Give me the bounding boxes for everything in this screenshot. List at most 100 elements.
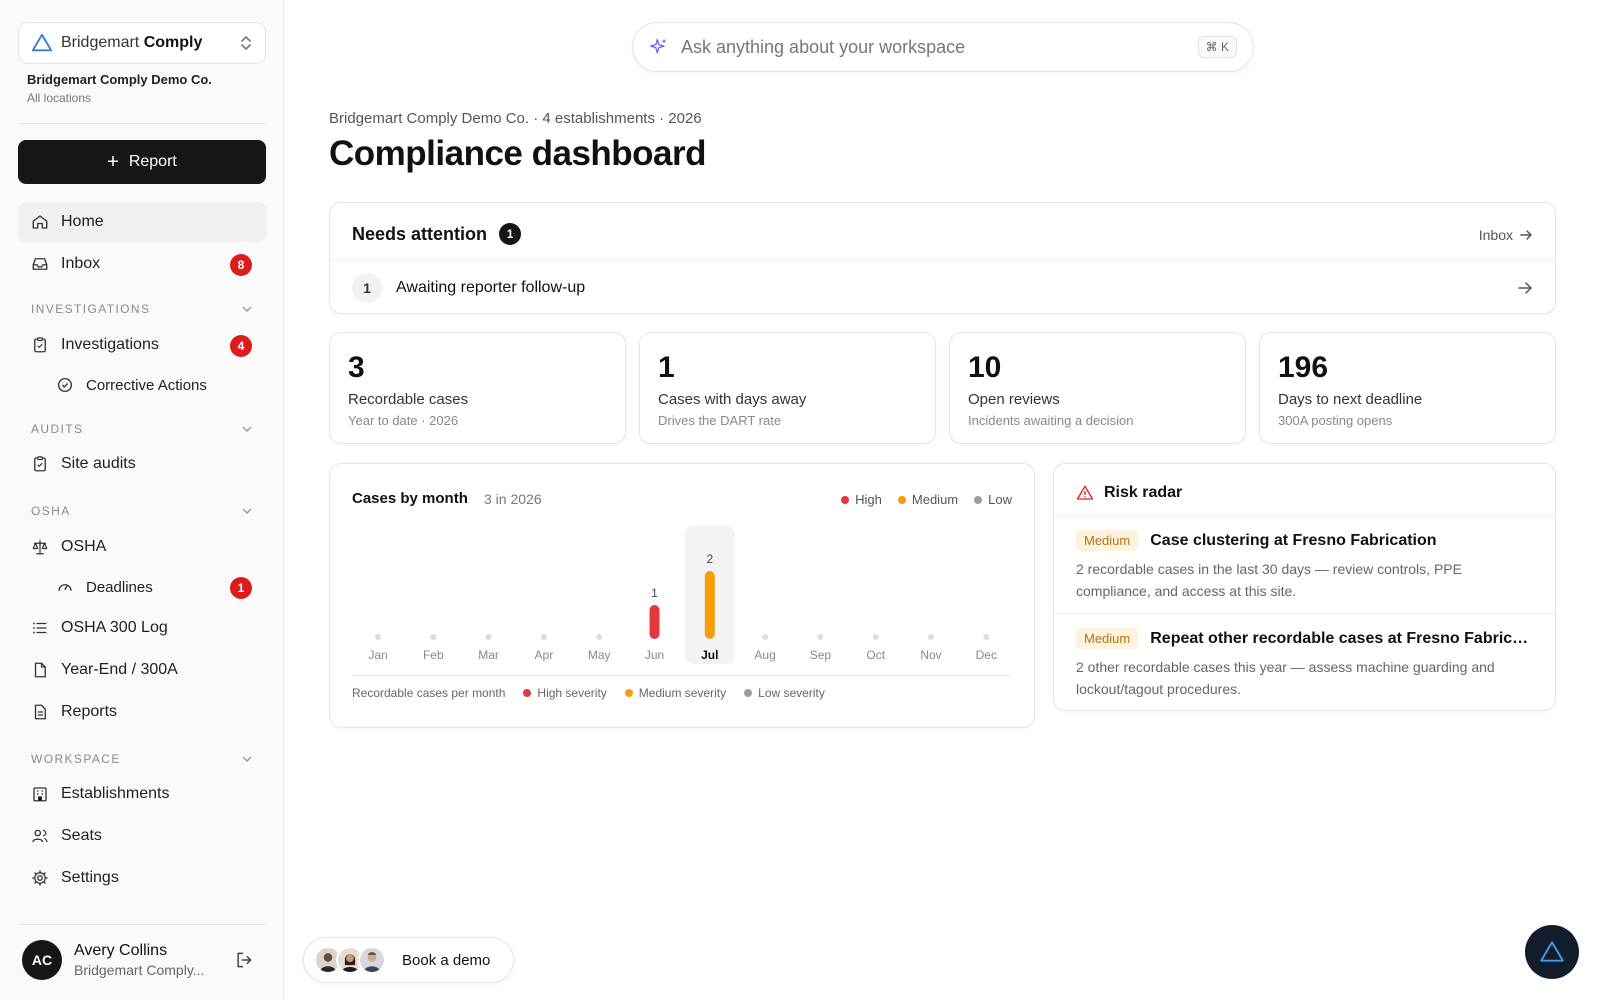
attention-item[interactable]: 1 Awaiting reporter follow-up <box>352 273 1533 303</box>
inbox-link[interactable]: Inbox <box>1479 227 1533 243</box>
nav-deadlines[interactable]: Deadlines 1 <box>18 567 266 607</box>
stat-subtext: Drives the DART rate <box>658 413 782 428</box>
plus-icon: + <box>107 151 119 173</box>
risk-radar-header: Risk radar <box>1076 484 1182 502</box>
stat-card-days-away[interactable]: 1 Cases with days away Drives the DART r… <box>639 332 936 444</box>
month-tick-label: Mar <box>478 648 499 662</box>
sparkle-icon <box>650 38 667 54</box>
logout-icon[interactable] <box>234 950 254 970</box>
month-tick-label: Jan <box>368 648 387 662</box>
empty-month-dot <box>872 634 879 640</box>
month-tick-label: Aug <box>754 648 775 662</box>
stat-value: 10 <box>968 351 1002 384</box>
month-tick-label: Feb <box>423 648 444 662</box>
nav-corrective-actions[interactable]: Corrective Actions <box>18 365 266 405</box>
divider <box>352 675 1012 676</box>
divider <box>1054 516 1555 517</box>
stat-subtext: Year to date · 2026 <box>348 413 459 428</box>
brand-logo-icon <box>1540 941 1564 962</box>
bar-value-label: 1 <box>651 586 658 600</box>
workspace-switcher[interactable]: Bridgemart Comply <box>18 22 266 64</box>
cases-bar-chart: Jan Feb Mar Apr May 1 Jun 2 Jul Aug Sep Oct Nov Dec <box>368 526 997 664</box>
new-report-button[interactable]: + Report <box>18 140 266 184</box>
chevron-down-icon <box>242 306 252 312</box>
needs-attention-card: Needs attention 1 Inbox 1 Awaiting repor… <box>329 202 1556 314</box>
chart-subtitle: 3 in 2026 <box>484 491 542 507</box>
risk-title: Repeat other recordable cases at Fresno … <box>1150 629 1531 647</box>
empty-month-dot <box>485 634 492 640</box>
gauge-icon <box>58 584 72 591</box>
risk-description: 2 recordable cases in the last 30 days —… <box>1076 561 1462 599</box>
building-icon <box>33 787 47 802</box>
brand-name: Bridgemart Comply <box>61 34 203 51</box>
user-name: Avery Collins <box>74 942 168 959</box>
document-icon <box>34 704 46 720</box>
sidebar: Bridgemart Comply Bridgemart Comply Demo… <box>0 0 284 1000</box>
nav-inbox[interactable]: Inbox 8 <box>18 244 266 284</box>
nav-home[interactable]: Home <box>18 202 266 242</box>
stat-label: Cases with days away <box>658 391 807 408</box>
chevron-down-icon <box>242 426 252 432</box>
stat-card-next-deadline[interactable]: 196 Days to next deadline 300A posting o… <box>1259 332 1556 444</box>
nav-osha[interactable]: OSHA <box>18 527 266 567</box>
user-org: Bridgemart Comply... <box>74 962 205 978</box>
section-osha[interactable]: OSHA <box>31 504 253 518</box>
nav-investigations[interactable]: Investigations 4 <box>18 325 266 365</box>
risk-item[interactable]: Medium Case clustering at Fresno Fabrica… <box>1076 530 1535 602</box>
check-circle-icon <box>57 377 73 393</box>
divider <box>18 924 266 925</box>
nav-site-audits[interactable]: Site audits <box>18 444 266 484</box>
chevron-down-icon <box>242 508 252 514</box>
stat-value: 1 <box>658 351 675 384</box>
cases-by-month-card: Cases by month 3 in 2026 High Medium Low… <box>329 463 1035 728</box>
nav-settings[interactable]: Settings <box>18 858 266 898</box>
legend-low: Low <box>974 492 1012 507</box>
chevron-updown-icon <box>241 35 251 51</box>
nav-reports[interactable]: Reports <box>18 692 266 732</box>
empty-month-dot <box>596 634 603 640</box>
month-tick-label: Apr <box>535 648 554 662</box>
legend-high: High <box>841 492 882 507</box>
legend-medium: Medium <box>897 492 958 507</box>
warning-icon <box>1076 485 1094 500</box>
assistant-launcher-button[interactable] <box>1525 925 1579 979</box>
needs-attention-header: Needs attention 1 <box>352 223 522 245</box>
keyboard-shortcut: ⌘ K <box>1197 36 1237 58</box>
nav-establishments[interactable]: Establishments <box>18 774 266 814</box>
org-scope: All locations <box>27 91 92 105</box>
risk-description: 2 other recordable cases this year — ass… <box>1076 659 1495 697</box>
stat-value: 3 <box>348 351 365 384</box>
stat-label: Recordable cases <box>348 391 469 408</box>
page-title: Compliance dashboard <box>329 134 707 173</box>
bar-medium[interactable] <box>704 571 715 639</box>
chart-footer-legend: Recordable cases per month High severity… <box>352 686 825 700</box>
bar-value-label: 2 <box>706 552 713 566</box>
divider <box>330 260 1555 261</box>
empty-month-dot <box>983 634 990 640</box>
attention-count-badge: 1 <box>499 223 522 245</box>
month-tick-label: Sep <box>810 648 832 662</box>
stat-card-open-reviews[interactable]: 10 Open reviews Incidents awaiting a dec… <box>949 332 1246 444</box>
clipboard-icon <box>34 337 46 353</box>
nav-osha-300-log[interactable]: OSHA 300 Log <box>18 608 266 648</box>
section-audits[interactable]: AUDITS <box>31 422 253 436</box>
nav-year-end-300a[interactable]: Year-End / 300A <box>18 650 266 690</box>
inbox-count-badge: 8 <box>230 254 252 276</box>
stat-label: Days to next deadline <box>1278 391 1423 408</box>
search-input[interactable] <box>681 36 1198 58</box>
chart-legend: High Medium Low <box>841 492 1012 507</box>
divider <box>1054 613 1555 614</box>
bar-high[interactable] <box>649 605 660 639</box>
stat-subtext: Incidents awaiting a decision <box>968 413 1134 428</box>
nav-seats[interactable]: Seats <box>18 816 266 856</box>
empty-month-dot <box>430 634 437 640</box>
section-investigations[interactable]: INVESTIGATIONS <box>31 302 253 316</box>
section-workspace[interactable]: WORKSPACE <box>31 752 253 766</box>
month-tick-label: Jun <box>645 648 664 662</box>
stat-card-recordable-cases[interactable]: 3 Recordable cases Year to date · 2026 <box>329 332 626 444</box>
chevron-down-icon <box>242 756 252 762</box>
user-profile[interactable]: AC Avery Collins Bridgemart Comply... <box>18 932 266 988</box>
risk-item[interactable]: Medium Repeat other recordable cases at … <box>1076 628 1535 700</box>
ask-search-bar[interactable]: ⌘ K <box>632 22 1254 72</box>
book-demo-button[interactable]: Book a demo <box>303 937 514 983</box>
